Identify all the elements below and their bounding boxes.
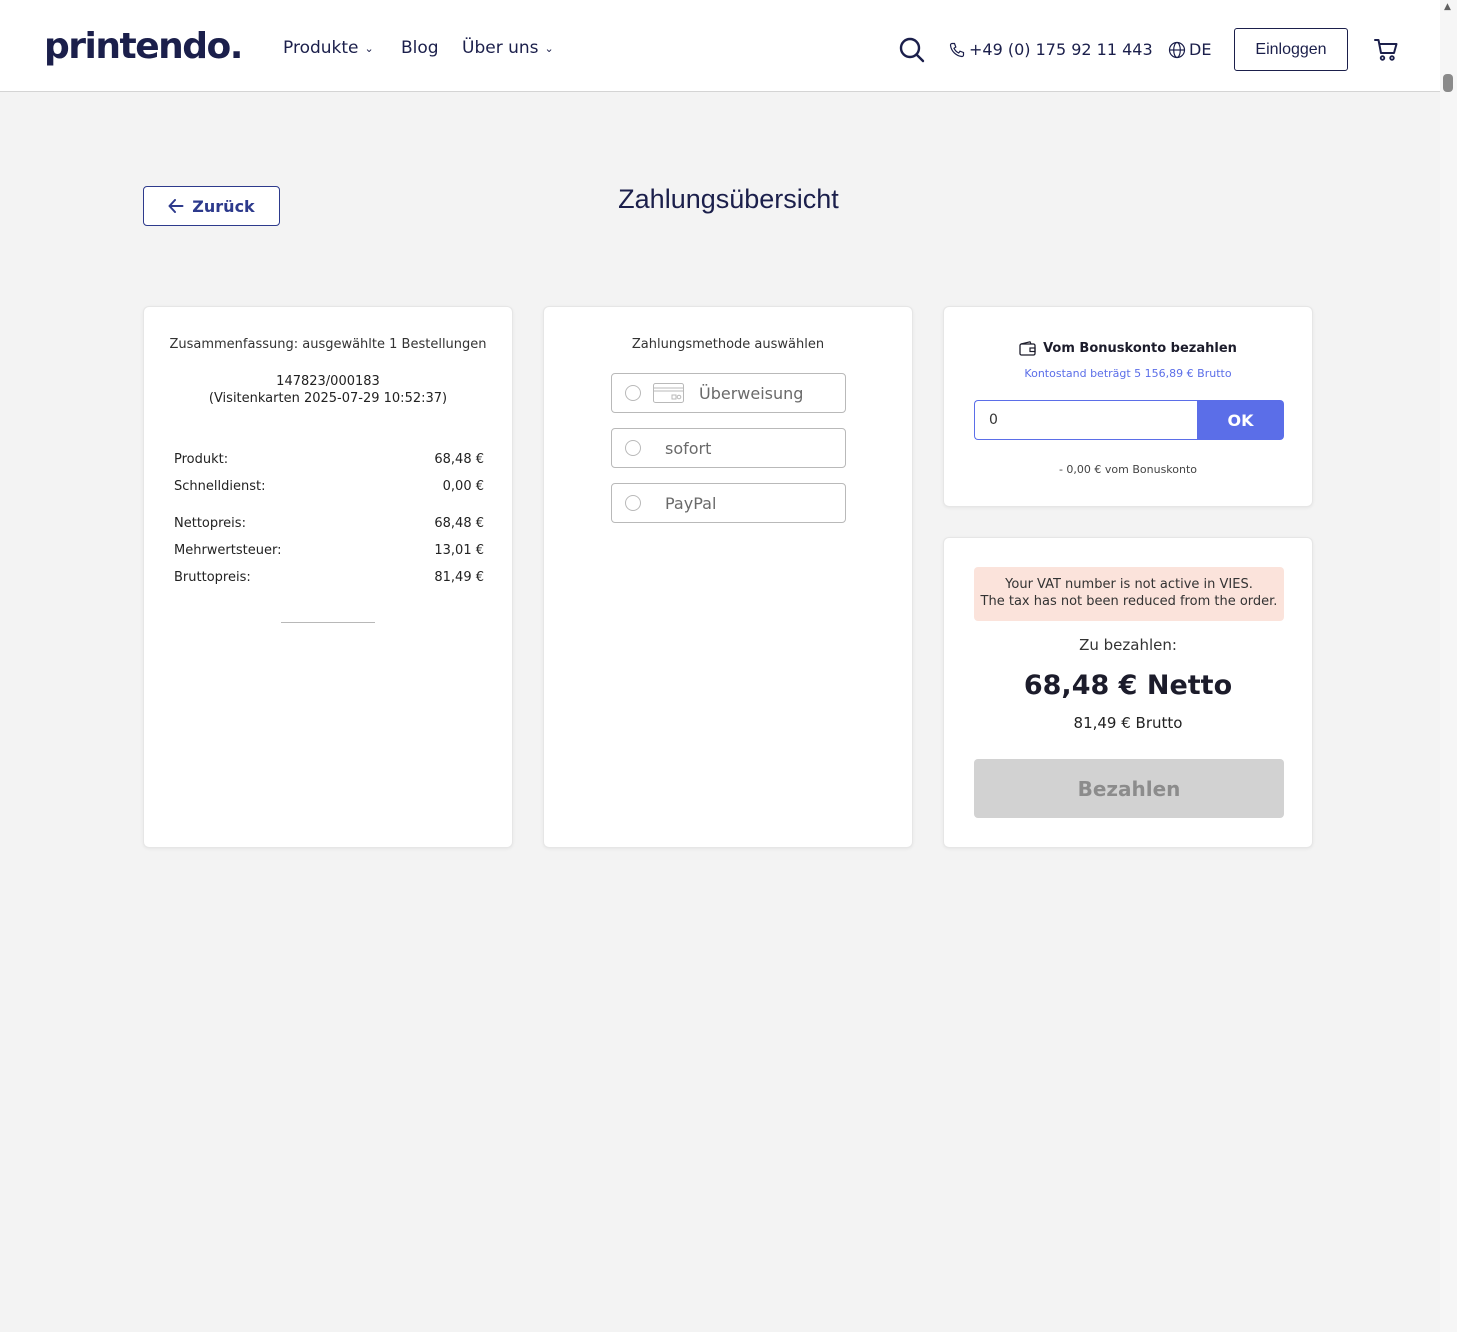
language-selector[interactable]: DE bbox=[1168, 40, 1211, 59]
bonus-account-card: Vom Bonuskonto bezahlen Kontostand beträ… bbox=[943, 306, 1313, 507]
payment-option-label: sofort bbox=[665, 438, 712, 458]
phone-icon bbox=[949, 42, 965, 57]
chevron-down-icon: ⌄ bbox=[364, 41, 374, 55]
vat-warning-line1: Your VAT number is not active in VIES. bbox=[1005, 577, 1253, 592]
bonus-balance: Kontostand beträgt 5 156,89 € Brutto bbox=[1024, 367, 1232, 380]
nav-blog-label: Blog bbox=[401, 38, 439, 58]
row-label: Nettopreis: bbox=[174, 516, 246, 531]
row-label: Mehrwertsteuer: bbox=[174, 543, 282, 558]
row-value: 68,48 € bbox=[434, 516, 484, 531]
vat-warning-alert: Your VAT number is not active in VIES. T… bbox=[974, 567, 1284, 621]
payment-method-title: Zahlungsmethode auswählen bbox=[631, 337, 825, 352]
payment-option-label: Überweisung bbox=[699, 383, 804, 403]
nav-produkte-label: Produkte bbox=[283, 38, 359, 58]
page-title: Zahlungsübersicht bbox=[618, 184, 839, 214]
phone-link[interactable]: +49 (0) 175 92 11 443 bbox=[949, 40, 1153, 59]
amount-brutto: 81,49 € Brutto bbox=[1073, 714, 1183, 732]
radio-button[interactable] bbox=[625, 495, 641, 511]
summary-row-vat: Mehrwertsteuer: 13,01 € bbox=[174, 543, 484, 558]
row-label: Bruttopreis: bbox=[174, 570, 251, 585]
payment-option-label: PayPal bbox=[665, 493, 717, 513]
globe-icon bbox=[1168, 41, 1186, 58]
bonus-title: Vom Bonuskonto bezahlen bbox=[944, 341, 1312, 356]
scroll-up-arrow-icon[interactable]: ▲ bbox=[1444, 2, 1451, 12]
chevron-down-icon: ⌄ bbox=[544, 41, 554, 55]
bonus-amount-input[interactable]: 0 bbox=[974, 400, 1198, 440]
row-value: 0,00 € bbox=[442, 479, 484, 494]
row-label: Produkt: bbox=[174, 452, 229, 467]
order-id: 147823/000183 bbox=[276, 374, 380, 389]
payment-total-card: Your VAT number is not active in VIES. T… bbox=[943, 537, 1313, 848]
site-header: printendo. Produkte ⌄ Blog Über uns ⌄ +4… bbox=[0, 0, 1440, 92]
bonus-title-text: Vom Bonuskonto bezahlen bbox=[1043, 341, 1237, 356]
login-button[interactable]: Einloggen bbox=[1234, 28, 1348, 71]
wallet-icon bbox=[1019, 341, 1036, 356]
row-value: 13,01 € bbox=[434, 543, 484, 558]
summary-row-net: Nettopreis: 68,48 € bbox=[174, 516, 484, 531]
radio-button[interactable] bbox=[625, 440, 641, 456]
nav-blog[interactable]: Blog bbox=[401, 38, 439, 58]
summary-title: Zusammenfassung: ausgewählte 1 Bestellun… bbox=[169, 337, 487, 352]
phone-number: +49 (0) 175 92 11 443 bbox=[969, 40, 1153, 59]
payment-option-ueberweisung[interactable]: Überweisung bbox=[611, 373, 846, 413]
row-value: 68,48 € bbox=[434, 452, 484, 467]
row-label: Schnelldienst: bbox=[174, 479, 266, 494]
radio-button[interactable] bbox=[625, 385, 641, 401]
cart-icon[interactable] bbox=[1373, 37, 1399, 63]
payment-method-card: Zahlungsmethode auswählen Überweisung so… bbox=[543, 306, 913, 848]
nav-ueber-uns-label: Über uns bbox=[462, 38, 539, 58]
nav-produkte[interactable]: Produkte ⌄ bbox=[283, 38, 374, 58]
summary-row-express: Schnelldienst: 0,00 € bbox=[174, 479, 484, 494]
vat-warning-line2: The tax has not been reduced from the or… bbox=[980, 594, 1278, 609]
summary-row-product: Produkt: 68,48 € bbox=[174, 452, 484, 467]
amount-netto: 68,48 € Netto bbox=[1023, 670, 1233, 701]
logo[interactable]: printendo. bbox=[44, 26, 243, 67]
divider bbox=[281, 622, 375, 623]
search-icon[interactable] bbox=[899, 37, 925, 63]
payment-option-sofort[interactable]: sofort bbox=[611, 428, 846, 468]
scrollbar-thumb[interactable] bbox=[1443, 74, 1453, 92]
order-description: (Visitenkarten 2025-07-29 10:52:37) bbox=[208, 391, 448, 406]
nav-ueber-uns[interactable]: Über uns ⌄ bbox=[462, 38, 554, 58]
summary-row-gross: Bruttopreis: 81,49 € bbox=[174, 570, 484, 585]
order-summary-card: Zusammenfassung: ausgewählte 1 Bestellun… bbox=[143, 306, 513, 848]
pay-button[interactable]: Bezahlen bbox=[974, 759, 1284, 818]
bonus-deduction: - 0,00 € vom Bonuskonto bbox=[1058, 463, 1198, 476]
language-label: DE bbox=[1189, 40, 1212, 59]
amount-due-label: Zu bezahlen: bbox=[1079, 636, 1177, 654]
row-value: 81,49 € bbox=[434, 570, 484, 585]
payment-option-paypal[interactable]: PayPal bbox=[611, 483, 846, 523]
bonus-ok-button[interactable]: OK bbox=[1197, 400, 1284, 440]
credit-card-icon bbox=[653, 383, 684, 403]
